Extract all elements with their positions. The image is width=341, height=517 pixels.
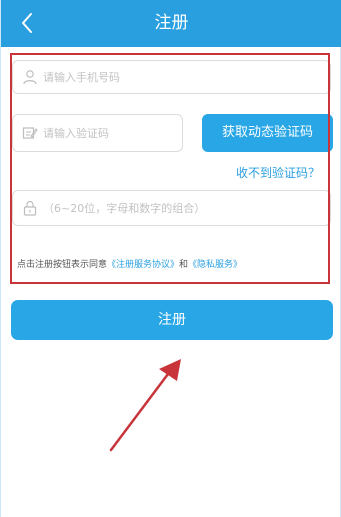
verification-code-field[interactable] [12,114,183,152]
phone-field[interactable] [12,60,331,94]
message-edit-icon [22,127,38,139]
agreement-conjunction: 和 [179,260,189,270]
app-screen: 注册 获取动态验证码 收不到验证码？ 点击注册按钮表示同意《注册服务协议》和《隐… [0,0,341,517]
arrow-icon [109,359,181,452]
password-input[interactable] [43,191,322,225]
page-title: 注册 [154,13,189,33]
title-bar: 注册 [1,0,341,47]
password-field[interactable] [12,190,331,226]
agreement-prefix: 点击注册按钮表示同意 [17,260,108,270]
user-icon [23,70,37,85]
register-button[interactable]: 注册 [11,300,333,340]
phone-input[interactable] [43,61,322,93]
lock-icon [23,200,37,216]
agreement-text: 点击注册按钮表示同意《注册服务协议》和《隐私服务》 [17,257,242,270]
no-code-link[interactable]: 收不到验证码？ [236,164,320,181]
privacy-link[interactable]: 《隐私服务》 [188,260,242,270]
verification-code-input[interactable] [43,115,174,151]
get-code-button[interactable]: 获取动态验证码 [202,114,333,152]
terms-link[interactable]: 《注册服务协议》 [107,260,179,270]
